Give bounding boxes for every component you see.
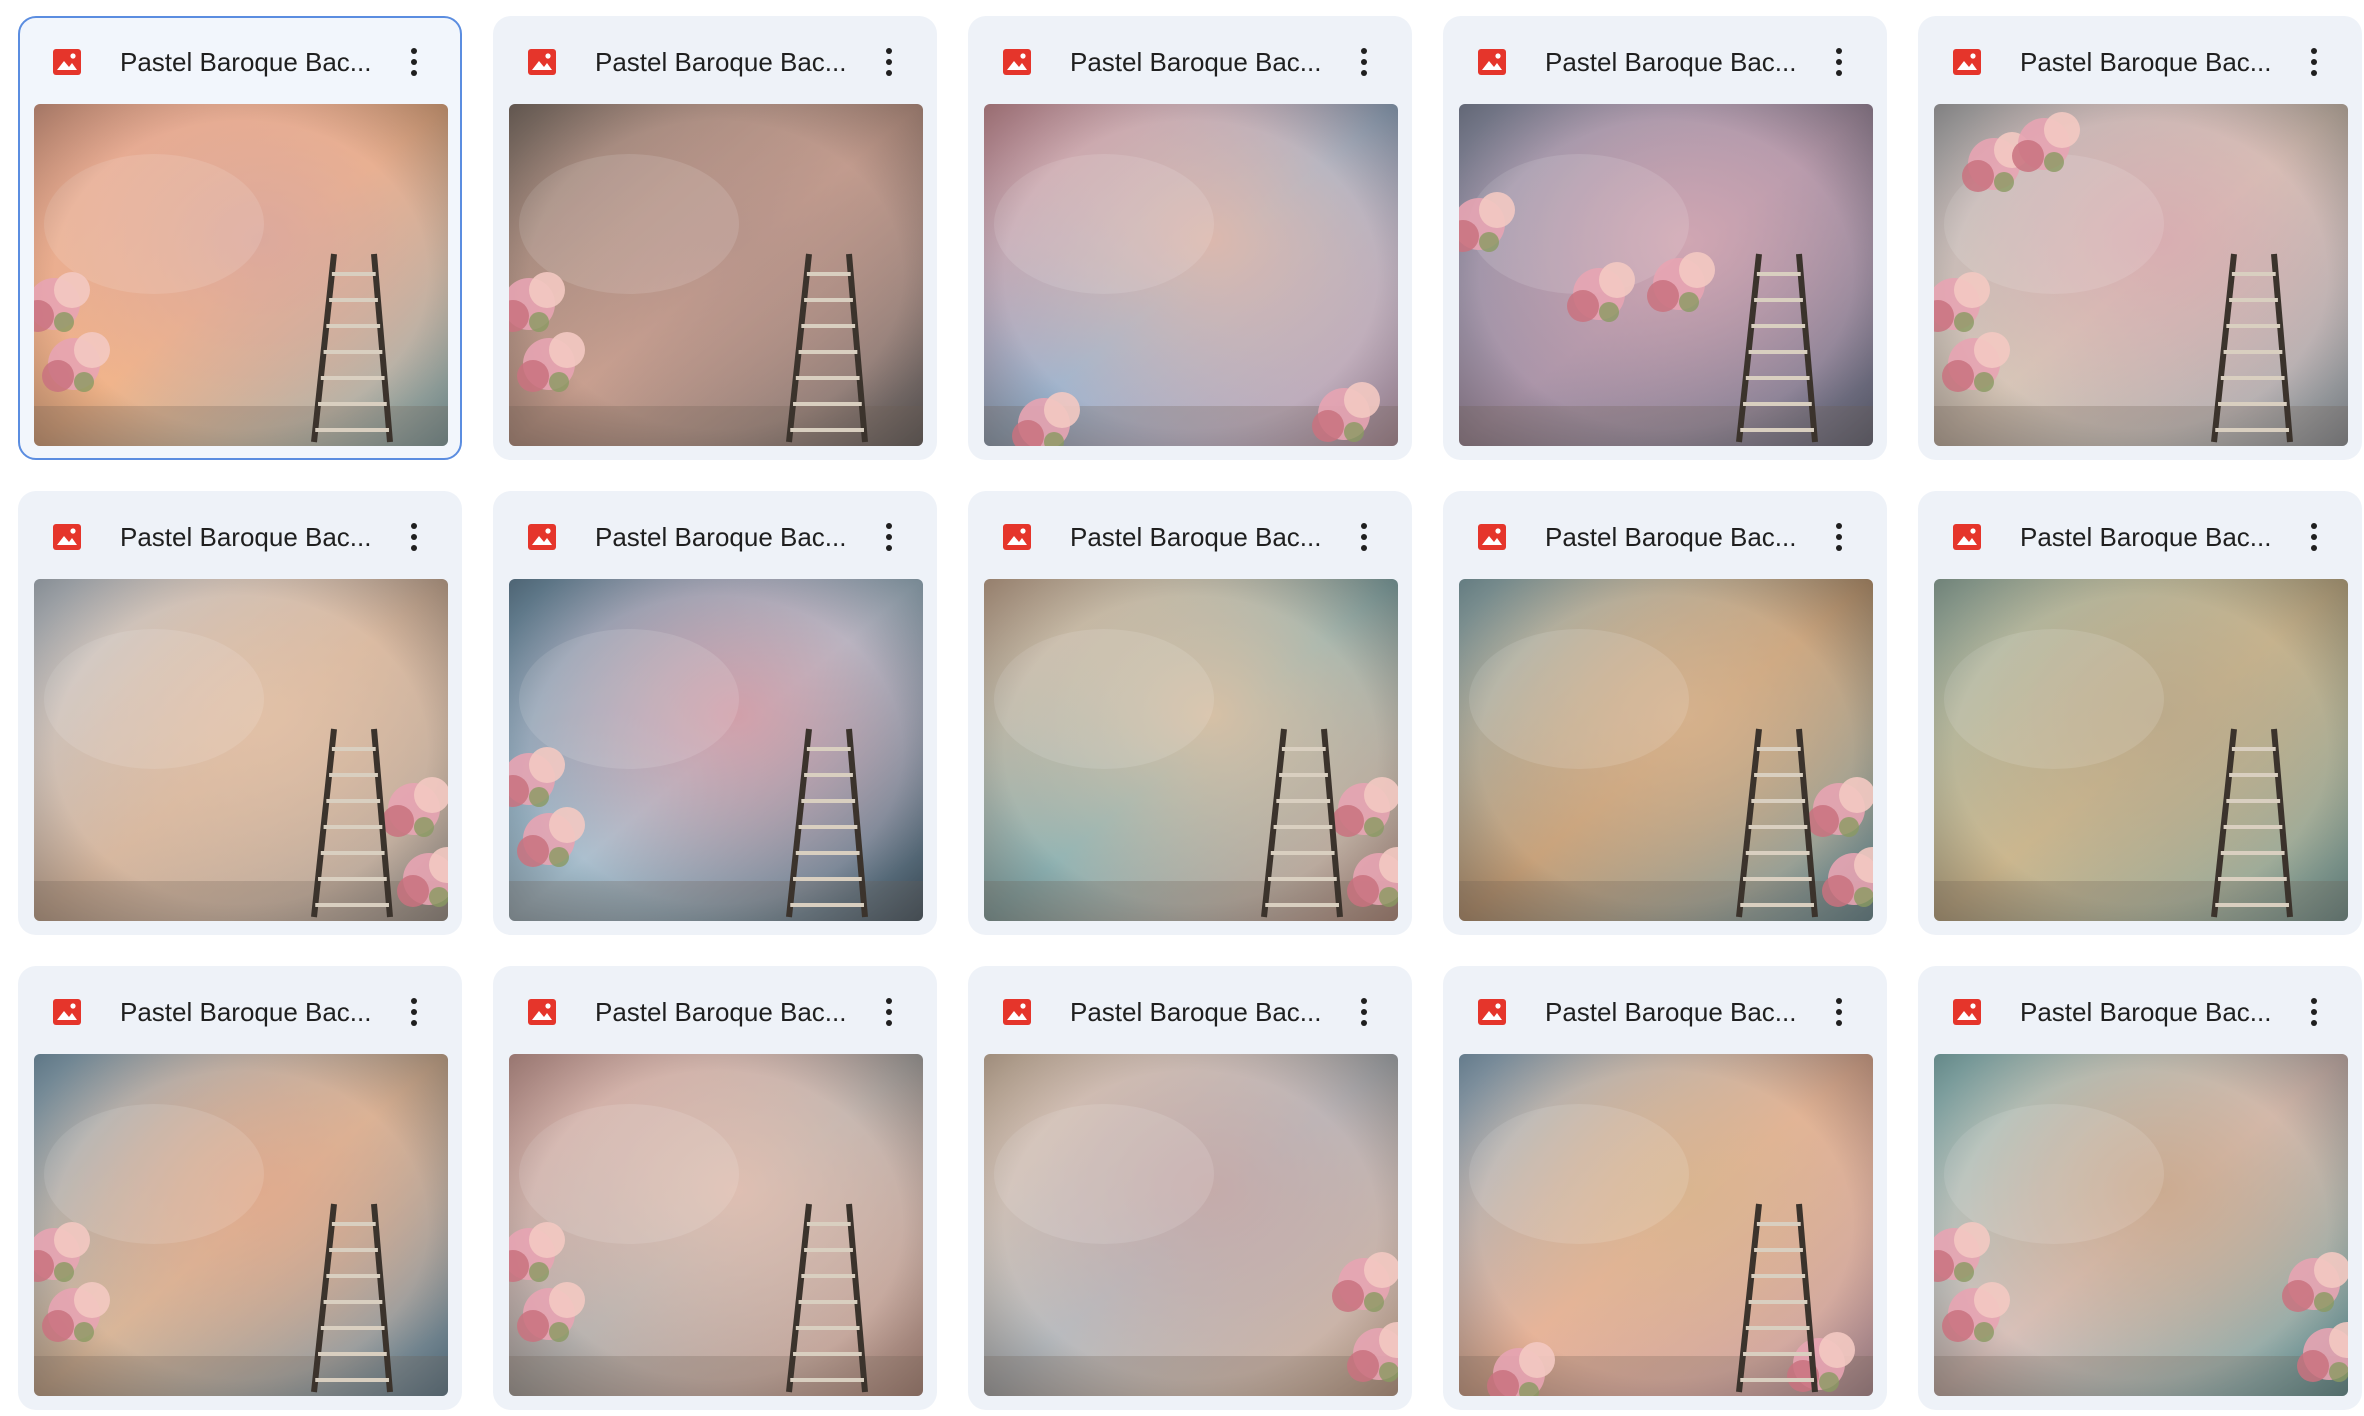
- file-card[interactable]: Pastel Baroque Bac...: [18, 16, 462, 460]
- more-options-icon[interactable]: [2294, 992, 2334, 1032]
- file-thumbnail[interactable]: [984, 1054, 1398, 1396]
- file-card-header: Pastel Baroque Bac...: [1445, 968, 1885, 1054]
- file-card-header: Pastel Baroque Bac...: [1445, 493, 1885, 579]
- file-name: Pastel Baroque Bac...: [595, 997, 847, 1027]
- more-options-icon[interactable]: [1819, 42, 1859, 82]
- file-name: Pastel Baroque Bac...: [2020, 997, 2272, 1027]
- file-card-header: Pastel Baroque Bac...: [20, 18, 460, 104]
- image-file-icon: [527, 522, 557, 552]
- more-options-icon[interactable]: [869, 517, 909, 557]
- file-card[interactable]: Pastel Baroque Bac...: [493, 491, 937, 935]
- file-thumbnail[interactable]: [984, 579, 1398, 921]
- file-card[interactable]: Pastel Baroque Bac...: [18, 966, 462, 1410]
- file-name: Pastel Baroque Bac...: [1545, 997, 1797, 1027]
- file-name: Pastel Baroque Bac...: [1070, 47, 1322, 77]
- image-file-icon: [52, 47, 82, 77]
- image-file-icon: [1952, 522, 1982, 552]
- image-file-icon: [1002, 997, 1032, 1027]
- file-card-header: Pastel Baroque Bac...: [1920, 968, 2360, 1054]
- file-grid: Pastel Baroque Bac... Pastel Baroque Bac.…: [18, 16, 2362, 1410]
- file-card[interactable]: Pastel Baroque Bac...: [968, 491, 1412, 935]
- more-options-icon[interactable]: [869, 992, 909, 1032]
- file-card-header: Pastel Baroque Bac...: [495, 493, 935, 579]
- more-options-icon[interactable]: [394, 42, 434, 82]
- file-card-header: Pastel Baroque Bac...: [1920, 493, 2360, 579]
- image-file-icon: [1952, 997, 1982, 1027]
- file-card[interactable]: Pastel Baroque Bac...: [493, 16, 937, 460]
- file-name: Pastel Baroque Bac...: [1070, 997, 1322, 1027]
- file-thumbnail[interactable]: [1459, 1054, 1873, 1396]
- file-card-header: Pastel Baroque Bac...: [970, 18, 1410, 104]
- file-card-header: Pastel Baroque Bac...: [970, 493, 1410, 579]
- more-options-icon[interactable]: [2294, 517, 2334, 557]
- file-thumbnail[interactable]: [1459, 104, 1873, 446]
- file-thumbnail[interactable]: [509, 579, 923, 921]
- file-card-header: Pastel Baroque Bac...: [970, 968, 1410, 1054]
- more-options-icon[interactable]: [1344, 42, 1384, 82]
- file-thumbnail[interactable]: [1934, 579, 2348, 921]
- more-options-icon[interactable]: [2294, 42, 2334, 82]
- file-thumbnail[interactable]: [1934, 1054, 2348, 1396]
- file-thumbnail[interactable]: [509, 104, 923, 446]
- image-file-icon: [1477, 997, 1507, 1027]
- file-card[interactable]: Pastel Baroque Bac...: [1443, 966, 1887, 1410]
- file-thumbnail[interactable]: [1459, 579, 1873, 921]
- file-thumbnail[interactable]: [1934, 104, 2348, 446]
- file-thumbnail[interactable]: [509, 1054, 923, 1396]
- more-options-icon[interactable]: [869, 42, 909, 82]
- image-file-icon: [1477, 47, 1507, 77]
- image-file-icon: [1002, 47, 1032, 77]
- file-card[interactable]: Pastel Baroque Bac...: [18, 491, 462, 935]
- file-name: Pastel Baroque Bac...: [120, 997, 372, 1027]
- file-name: Pastel Baroque Bac...: [120, 522, 372, 552]
- image-file-icon: [1002, 522, 1032, 552]
- more-options-icon[interactable]: [394, 992, 434, 1032]
- file-card[interactable]: Pastel Baroque Bac...: [1918, 16, 2362, 460]
- file-card[interactable]: Pastel Baroque Bac...: [968, 16, 1412, 460]
- image-file-icon: [52, 997, 82, 1027]
- file-name: Pastel Baroque Bac...: [2020, 47, 2272, 77]
- file-thumbnail[interactable]: [34, 104, 448, 446]
- file-thumbnail[interactable]: [34, 1054, 448, 1396]
- file-thumbnail[interactable]: [34, 579, 448, 921]
- more-options-icon[interactable]: [394, 517, 434, 557]
- file-card-header: Pastel Baroque Bac...: [1920, 18, 2360, 104]
- file-card-header: Pastel Baroque Bac...: [495, 968, 935, 1054]
- more-options-icon[interactable]: [1344, 517, 1384, 557]
- file-name: Pastel Baroque Bac...: [1545, 522, 1797, 552]
- file-card[interactable]: Pastel Baroque Bac...: [1443, 491, 1887, 935]
- more-options-icon[interactable]: [1819, 517, 1859, 557]
- file-name: Pastel Baroque Bac...: [595, 47, 847, 77]
- file-card-header: Pastel Baroque Bac...: [20, 493, 460, 579]
- image-file-icon: [52, 522, 82, 552]
- file-name: Pastel Baroque Bac...: [595, 522, 847, 552]
- file-card[interactable]: Pastel Baroque Bac...: [968, 966, 1412, 1410]
- more-options-icon[interactable]: [1819, 992, 1859, 1032]
- file-card-header: Pastel Baroque Bac...: [495, 18, 935, 104]
- file-card[interactable]: Pastel Baroque Bac...: [1918, 966, 2362, 1410]
- file-card[interactable]: Pastel Baroque Bac...: [493, 966, 937, 1410]
- file-name: Pastel Baroque Bac...: [1545, 47, 1797, 77]
- image-file-icon: [1952, 47, 1982, 77]
- file-name: Pastel Baroque Bac...: [120, 47, 372, 77]
- file-name: Pastel Baroque Bac...: [2020, 522, 2272, 552]
- image-file-icon: [527, 47, 557, 77]
- file-card[interactable]: Pastel Baroque Bac...: [1918, 491, 2362, 935]
- image-file-icon: [1477, 522, 1507, 552]
- image-file-icon: [527, 997, 557, 1027]
- file-thumbnail[interactable]: [984, 104, 1398, 446]
- more-options-icon[interactable]: [1344, 992, 1384, 1032]
- file-card[interactable]: Pastel Baroque Bac...: [1443, 16, 1887, 460]
- file-name: Pastel Baroque Bac...: [1070, 522, 1322, 552]
- file-card-header: Pastel Baroque Bac...: [20, 968, 460, 1054]
- file-card-header: Pastel Baroque Bac...: [1445, 18, 1885, 104]
